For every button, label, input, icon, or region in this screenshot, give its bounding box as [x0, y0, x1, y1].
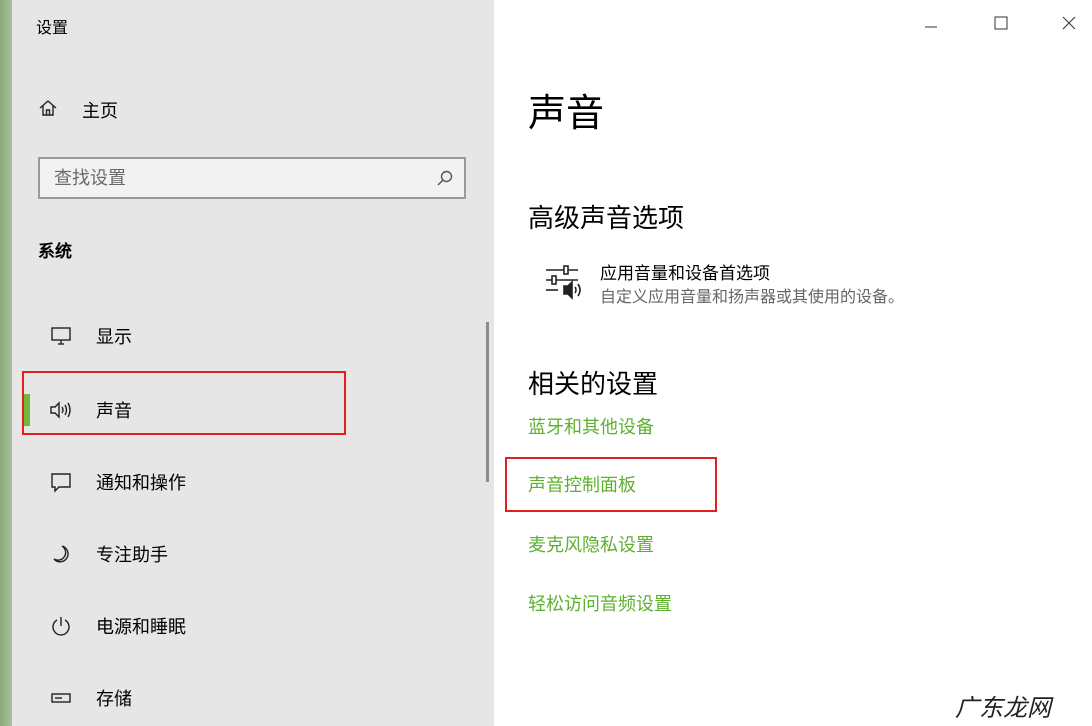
app-title: 设置 — [36, 18, 69, 37]
section-system: 系统 — [38, 242, 72, 262]
sidebar-home[interactable]: 主页 — [38, 94, 118, 126]
sidebar-item-storage[interactable]: 存储 — [24, 678, 494, 718]
monitor-icon — [48, 323, 74, 349]
close-button[interactable] — [1054, 10, 1084, 40]
minimize-button[interactable] — [916, 10, 946, 40]
app-volume-description: 自定义应用音量和扬声器或其使用的设备。 — [600, 287, 905, 306]
power-icon — [48, 613, 74, 639]
search-icon[interactable] — [436, 169, 454, 191]
moon-icon — [48, 541, 74, 567]
sidebar-item-display[interactable]: 显示 — [24, 316, 494, 356]
sidebar-item-label: 显示 — [96, 327, 132, 348]
advanced-sound-options-heading: 高级声音选项 — [528, 204, 685, 234]
sidebar-item-focus-assist[interactable]: 专注助手 — [24, 534, 494, 574]
search-box[interactable] — [38, 157, 466, 199]
sidebar-item-label: 通知和操作 — [96, 473, 186, 494]
sidebar-scrollbar[interactable] — [486, 322, 489, 482]
search-input[interactable] — [40, 159, 434, 197]
sidebar-item-label: 电源和睡眠 — [96, 617, 186, 638]
maximize-button[interactable] — [986, 10, 1016, 40]
sidebar-item-label: 存储 — [96, 689, 132, 710]
watermark-logo: 广东龙网 — [955, 694, 1051, 722]
minimize-icon — [923, 15, 939, 35]
app-volume-option[interactable]: 应用音量和设备首选项 自定义应用音量和扬声器或其使用的设备。 — [544, 262, 904, 308]
app-volume-title: 应用音量和设备首选项 — [600, 264, 770, 284]
notification-icon — [48, 469, 74, 495]
window-edge — [0, 0, 12, 726]
page-title: 声音 — [528, 91, 605, 135]
storage-icon — [48, 685, 74, 711]
volume-mixer-icon — [544, 262, 586, 308]
related-settings-heading: 相关的设置 — [528, 370, 659, 400]
sidebar-item-label: 专注助手 — [96, 545, 168, 566]
sidebar: 设置 主页 系统 显示 声音 — [12, 0, 494, 726]
maximize-icon — [993, 15, 1009, 35]
home-icon — [38, 98, 82, 123]
highlight-box-sound-control-panel — [505, 457, 717, 512]
highlight-box-sound — [22, 371, 346, 435]
link-ease-of-access-audio[interactable]: 轻松访问音频设置 — [528, 590, 672, 616]
link-bluetooth-devices[interactable]: 蓝牙和其他设备 — [528, 413, 654, 439]
sidebar-item-power-sleep[interactable]: 电源和睡眠 — [24, 606, 494, 646]
sidebar-item-notifications[interactable]: 通知和操作 — [24, 462, 494, 502]
close-icon — [1061, 15, 1077, 35]
link-microphone-privacy[interactable]: 麦克风隐私设置 — [528, 531, 654, 557]
home-label: 主页 — [82, 101, 118, 122]
